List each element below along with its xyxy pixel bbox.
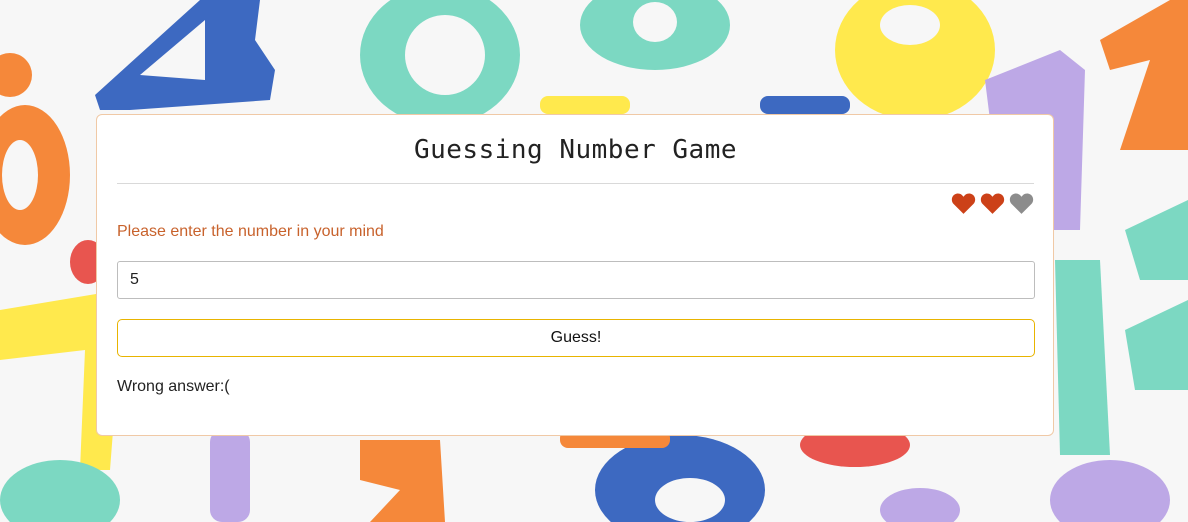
heart-icon [1009, 192, 1034, 215]
guess-prompt: Please enter the number in your mind [117, 223, 384, 240]
guess-input[interactable] [117, 261, 1035, 299]
heart-icon [980, 192, 1005, 215]
heart-icon [951, 192, 976, 215]
lives-indicator [951, 192, 1034, 215]
game-title: Guessing Number Game [413, 135, 738, 165]
game-card: Guessing Number Game Please enter the nu… [96, 114, 1054, 436]
result-message: Wrong answer:( [117, 378, 230, 395]
title-divider [117, 183, 1034, 184]
guess-button[interactable]: Guess! [117, 319, 1035, 357]
